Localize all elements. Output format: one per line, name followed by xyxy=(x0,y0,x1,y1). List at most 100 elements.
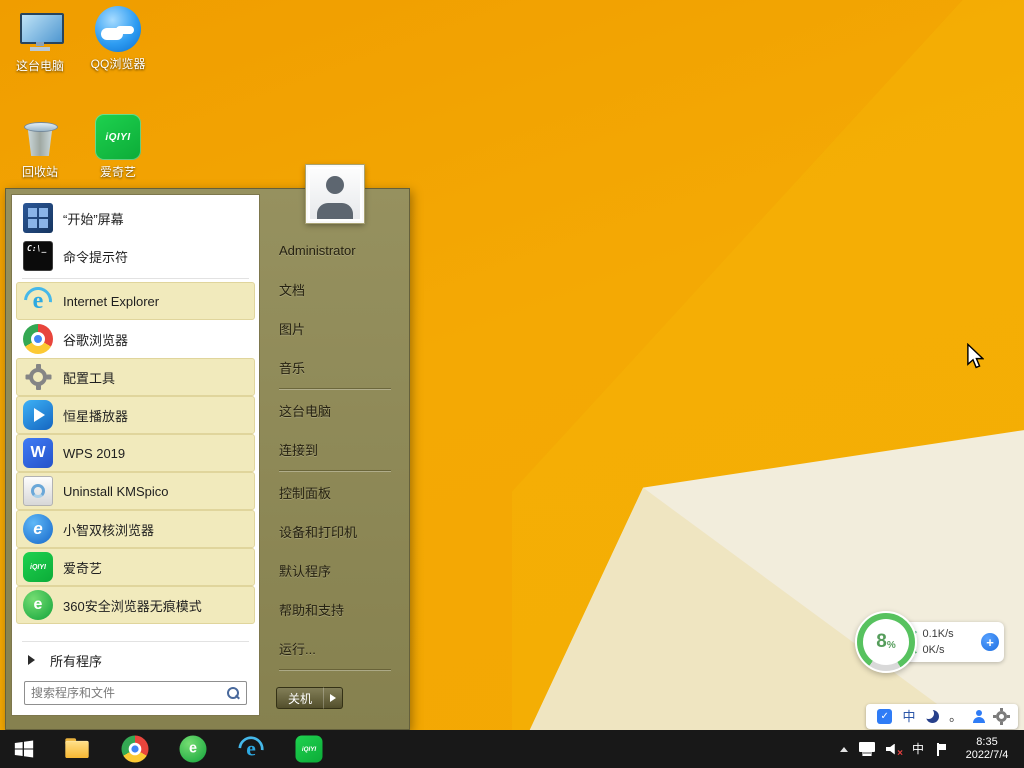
start-menu-item-chrome[interactable]: 谷歌浏览器 xyxy=(16,320,255,358)
download-speed-value: 0K/s xyxy=(923,642,945,658)
chrome-icon xyxy=(23,324,53,354)
start-menu-item-command-prompt[interactable]: C:\_ 命令提示符 xyxy=(16,237,255,275)
right-item-label: 设备和打印机 xyxy=(279,522,357,541)
gear-icon[interactable] xyxy=(996,711,1007,722)
start-menu-program-panel: “开始”屏幕 C:\_ 命令提示符 Internet Explorer 谷歌浏览… xyxy=(11,194,260,716)
upload-speed-value: 0.1K/s xyxy=(923,626,954,642)
right-item-label: 图片 xyxy=(279,319,305,338)
start-menu-item-start-screen[interactable]: “开始”屏幕 xyxy=(16,199,255,237)
desktop-icon-qq-browser[interactable]: QQ浏览器 xyxy=(78,6,158,72)
start-menu-item-wps[interactable]: WPS 2019 xyxy=(16,434,255,472)
taskbar-app-internet-explorer[interactable] xyxy=(222,730,280,768)
desktop-icon-this-pc[interactable]: 这台电脑 xyxy=(0,8,80,74)
separator xyxy=(279,669,391,671)
ime-logo-icon[interactable] xyxy=(877,709,892,724)
search-input[interactable] xyxy=(31,686,226,700)
start-menu-item-label: 爱奇艺 xyxy=(63,558,102,577)
right-item-label: 这台电脑 xyxy=(279,401,331,420)
start-menu-right-item-this-pc[interactable]: 这台电脑 xyxy=(264,391,405,430)
start-menu-right-panel: Administrator 文档 图片 音乐 这台电脑 连接到 控制面板 设备和… xyxy=(264,189,405,725)
config-tools-icon xyxy=(23,362,53,392)
action-center-flag-icon[interactable] xyxy=(935,743,947,756)
browser-360-icon xyxy=(23,590,53,620)
clock-date: 2022/7/4 xyxy=(958,749,1016,762)
start-menu-item-xiaozhi-browser[interactable]: 小智双核浏览器 xyxy=(16,510,255,548)
taskbar-app-browser-360[interactable] xyxy=(164,730,222,768)
desktop-icon-recycle-bin[interactable]: 回收站 xyxy=(0,114,80,180)
start-menu-item-star-player[interactable]: 恒星播放器 xyxy=(16,396,255,434)
shutdown-button[interactable]: 关机 xyxy=(276,687,323,709)
desktop-icon-iqiyi[interactable]: iQIYI 爱奇艺 xyxy=(78,114,158,180)
start-menu-item-browser-360[interactable]: 360安全浏览器无痕模式 xyxy=(16,586,255,624)
chrome-icon xyxy=(122,736,149,763)
internet-explorer-icon xyxy=(238,736,265,763)
taskbar-app-iqiyi[interactable] xyxy=(280,730,338,768)
iqiyi-icon xyxy=(296,736,323,763)
start-menu-item-kmspico[interactable]: Uninstall KMSpico xyxy=(16,472,255,510)
right-item-label: 控制面板 xyxy=(279,483,331,502)
iqiyi-icon: iQIYI xyxy=(95,114,141,160)
start-screen-icon xyxy=(23,203,53,233)
start-menu-right-item-help-support[interactable]: 帮助和支持 xyxy=(264,590,405,629)
ime-punctuation-indicator[interactable]: 。 xyxy=(949,712,962,722)
start-menu-right-item-connect-to[interactable]: 连接到 xyxy=(264,430,405,469)
user-name[interactable]: Administrator xyxy=(264,231,405,270)
separator xyxy=(22,641,249,642)
start-menu-right-item-pictures[interactable]: 图片 xyxy=(264,309,405,348)
iqiyi-icon xyxy=(23,552,53,582)
network-status-icon[interactable] xyxy=(859,742,875,756)
desktop-icon-label: 爱奇艺 xyxy=(78,163,158,180)
person-icon[interactable] xyxy=(973,710,986,723)
start-menu-right-item-run[interactable]: 运行... xyxy=(264,629,405,668)
desktop-icon-label: 这台电脑 xyxy=(0,57,80,74)
start-menu-right-item-documents[interactable]: 文档 xyxy=(264,270,405,309)
start-menu-right-item-devices-printers[interactable]: 设备和打印机 xyxy=(264,512,405,551)
user-avatar[interactable] xyxy=(306,165,364,223)
right-item-label: 运行... xyxy=(279,639,316,658)
desktop-icon-label: 回收站 xyxy=(0,163,80,180)
ime-mode-indicator[interactable]: 中 xyxy=(902,710,915,723)
tray-expand-chevron-icon[interactable] xyxy=(840,747,848,752)
star-player-icon xyxy=(23,400,53,430)
start-menu-right-item-music[interactable]: 音乐 xyxy=(264,348,405,387)
start-menu-item-label: 360安全浏览器无痕模式 xyxy=(63,596,202,615)
ime-language-indicator[interactable]: 中 xyxy=(912,743,924,755)
separator xyxy=(279,470,391,472)
start-menu-item-label: Uninstall KMSpico xyxy=(63,484,169,499)
gear-icon xyxy=(29,368,47,386)
volume-muted-icon[interactable] xyxy=(886,743,901,756)
browser-360-icon xyxy=(180,736,207,763)
start-menu-item-label: 谷歌浏览器 xyxy=(63,330,128,349)
right-item-label: 文档 xyxy=(279,280,305,299)
taskbar-app-chrome[interactable] xyxy=(106,730,164,768)
qq-browser-icon xyxy=(95,6,141,52)
wps-icon xyxy=(23,438,53,468)
right-arrow-icon xyxy=(28,655,35,665)
all-programs-button[interactable]: 所有程序 xyxy=(12,645,259,675)
moon-icon[interactable] xyxy=(926,710,939,723)
right-item-label: 音乐 xyxy=(279,358,305,377)
start-menu-item-internet-explorer[interactable]: Internet Explorer xyxy=(16,282,255,320)
desktop-screen: 这台电脑 QQ浏览器 回收站 iQIYI 爱奇艺 “开始”屏幕 xyxy=(0,0,1024,768)
separator xyxy=(279,388,391,390)
taskbar-app-file-explorer[interactable] xyxy=(48,730,106,768)
start-menu-item-iqiyi[interactable]: 爱奇艺 xyxy=(16,548,255,586)
start-menu-right-item-control-panel[interactable]: 控制面板 xyxy=(264,473,405,512)
acceleration-ball-widget[interactable]: 8% xyxy=(855,611,917,673)
shutdown-options-arrow[interactable] xyxy=(323,687,343,709)
windows-logo-icon xyxy=(13,738,35,760)
cmd-glyph: C:\_ xyxy=(27,245,46,253)
start-button[interactable] xyxy=(0,730,48,768)
recycle-bin-icon xyxy=(17,114,63,160)
start-menu-right-item-default-programs[interactable]: 默认程序 xyxy=(264,551,405,590)
taskbar: 中 8:35 2022/7/4 xyxy=(0,730,1024,768)
start-menu-item-label: 恒星播放器 xyxy=(63,406,128,425)
right-item-label: 连接到 xyxy=(279,440,318,459)
start-menu-item-config-tools[interactable]: 配置工具 xyxy=(16,358,255,396)
command-prompt-icon: C:\_ xyxy=(23,241,53,271)
start-menu-item-label: WPS 2019 xyxy=(63,446,125,461)
add-button[interactable] xyxy=(981,633,999,651)
taskbar-clock[interactable]: 8:35 2022/7/4 xyxy=(958,736,1016,762)
start-menu-item-label: 配置工具 xyxy=(63,368,115,387)
start-menu: “开始”屏幕 C:\_ 命令提示符 Internet Explorer 谷歌浏览… xyxy=(5,188,410,730)
